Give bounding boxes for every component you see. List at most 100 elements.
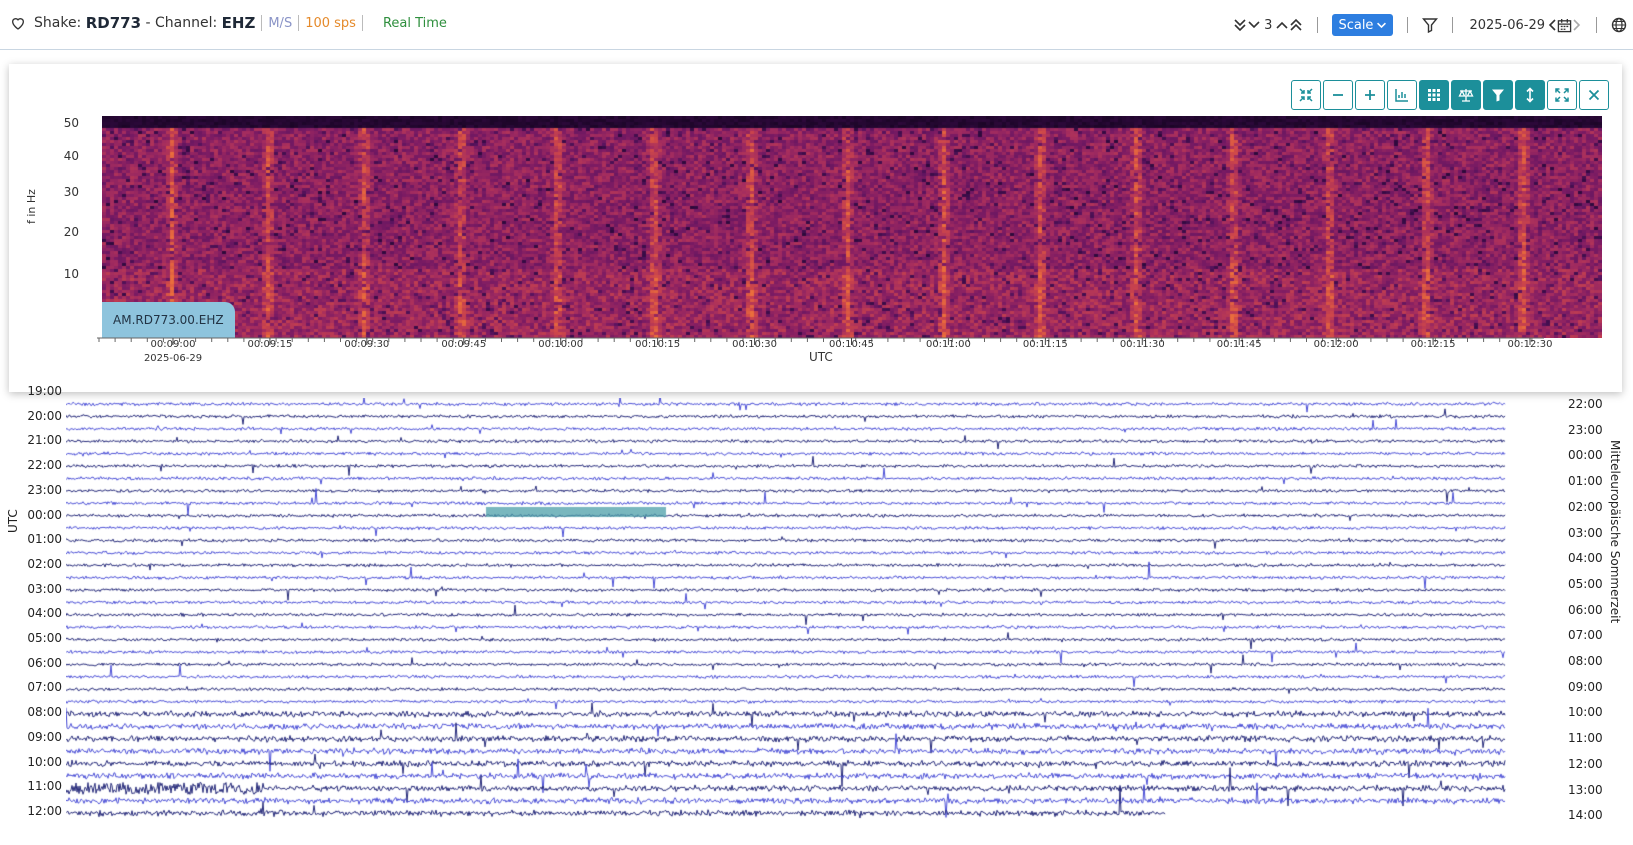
line-count: 3 xyxy=(1264,17,1273,33)
divider xyxy=(1452,17,1454,33)
y-tick-label: 30 xyxy=(63,185,79,199)
utc-time-label: 01:00 xyxy=(27,532,62,547)
expand-button[interactable] xyxy=(1547,80,1577,110)
chevron-right-icon[interactable] xyxy=(1572,18,1582,32)
utc-time-label: 05:00 xyxy=(27,631,62,645)
x-tick-label: 00:09:15 xyxy=(247,339,293,350)
local-time-label: 08:00 xyxy=(1568,654,1603,668)
x-tick-label: 00:09:00 xyxy=(150,339,196,350)
channel-name: EHZ xyxy=(221,14,256,32)
x-tick-label: 00:11:00 xyxy=(925,339,971,350)
local-time-label: 07:00 xyxy=(1568,628,1603,643)
y-tick-label: 10 xyxy=(63,267,79,281)
x-axis-date: 2025-06-29 xyxy=(143,353,203,364)
x-axis-title: UTC xyxy=(809,350,833,364)
expand-icon xyxy=(1555,88,1569,102)
utc-time-label: 21:00 xyxy=(27,433,62,448)
utc-time-label: 19:00 xyxy=(27,384,62,398)
utc-time-label: 00:00 xyxy=(27,507,62,522)
local-time-label: 14:00 xyxy=(1568,808,1603,823)
utc-time-label: 07:00 xyxy=(27,680,62,695)
double-chevron-up-icon[interactable] xyxy=(1289,18,1303,32)
balance-button[interactable] xyxy=(1451,80,1481,110)
compress-button[interactable] xyxy=(1291,80,1321,110)
x-tick-label: 00:10:00 xyxy=(538,339,584,350)
zoom-in-button[interactable] xyxy=(1355,80,1385,110)
close-button[interactable] xyxy=(1579,80,1609,110)
helicorder[interactable]: UTC Mitteleuropäische Sommerzeit 19:00 20… xyxy=(0,384,1633,845)
vertical-arrows-icon xyxy=(1526,87,1534,103)
x-tick-label: 00:10:15 xyxy=(635,339,681,350)
heart-icon[interactable] xyxy=(10,15,26,31)
date-display[interactable]: 2025-06-29 xyxy=(1469,18,1545,33)
zoom-in-icon xyxy=(1365,90,1375,100)
divider xyxy=(1596,17,1597,33)
utc-time-label: 12:00 xyxy=(27,803,62,818)
chevron-up-icon[interactable] xyxy=(1275,18,1289,32)
divider xyxy=(1407,17,1409,33)
balance-icon xyxy=(1458,89,1474,102)
filter-button[interactable] xyxy=(1483,80,1513,110)
local-time-label: 03:00 xyxy=(1568,525,1603,540)
chart-button[interactable] xyxy=(1387,80,1417,110)
local-time-label: 11:00 xyxy=(1568,731,1603,746)
vertical-arrows-button[interactable] xyxy=(1515,80,1545,110)
utc-time-label: 23:00 xyxy=(27,482,62,497)
local-time-label: 23:00 xyxy=(1568,422,1603,437)
station-channel-label: AM.RD773.00.EHZ xyxy=(102,302,235,338)
local-time-axis-title: Mitteleuropäische Sommerzeit xyxy=(1608,440,1622,624)
x-tick-label: 00:09:30 xyxy=(344,339,390,350)
y-axis-title: f in Hz xyxy=(25,189,38,224)
utc-time-label: 02:00 xyxy=(27,556,62,571)
filter-icon xyxy=(1492,89,1504,102)
divider xyxy=(298,15,300,31)
grid-icon xyxy=(1428,89,1440,101)
utc-time-label: 11:00 xyxy=(27,779,62,794)
spectrogram-toolbar xyxy=(1291,80,1609,110)
x-tick-label: 00:10:45 xyxy=(829,339,874,350)
chevron-left-icon[interactable] xyxy=(1547,18,1557,32)
x-tick-label: 00:12:00 xyxy=(1313,339,1359,350)
zoom-out-button[interactable] xyxy=(1323,80,1353,110)
x-tick-label: 00:11:15 xyxy=(1022,339,1068,350)
divider xyxy=(361,15,363,31)
shake-prefix: Shake: xyxy=(34,15,82,31)
units-toggle[interactable]: M/S xyxy=(268,16,292,31)
grid-button[interactable] xyxy=(1419,80,1449,110)
x-tick-label: 00:11:30 xyxy=(1119,339,1165,350)
station-info: Shake: RD773 - Channel: EHZ M/S 100 sps … xyxy=(10,14,447,32)
calendar-icon[interactable] xyxy=(1557,18,1572,33)
compress-icon xyxy=(1299,88,1313,102)
x-tick-label: 00:11:45 xyxy=(1216,339,1262,350)
local-time-label: 00:00 xyxy=(1568,448,1603,463)
local-time-label: 22:00 xyxy=(1568,397,1603,411)
local-time-label: 12:00 xyxy=(1568,756,1603,771)
sample-rate: 100 sps xyxy=(305,15,356,31)
zoom-out-icon xyxy=(1333,94,1343,96)
double-chevron-down-icon[interactable] xyxy=(1233,18,1247,32)
local-time-label: 09:00 xyxy=(1568,679,1603,694)
spectrogram-plot[interactable] xyxy=(102,116,1602,338)
chevron-down-icon xyxy=(1377,22,1387,28)
station-name: RD773 xyxy=(85,14,142,32)
x-tick-label: 00:12:30 xyxy=(1507,339,1553,350)
local-time-label: 05:00 xyxy=(1568,576,1603,591)
realtime-toggle[interactable]: Real Time xyxy=(383,16,447,31)
utc-time-label: 03:00 xyxy=(27,581,62,596)
local-time-label: 13:00 xyxy=(1568,782,1603,797)
top-bar: Shake: RD773 - Channel: EHZ M/S 100 sps … xyxy=(0,0,1633,50)
channel-prefix: - Channel: xyxy=(145,15,218,31)
x-tick-label: 00:09:45 xyxy=(441,339,487,350)
local-time-label: 10:00 xyxy=(1568,705,1603,720)
scale-dropdown[interactable]: Scale xyxy=(1332,14,1394,36)
chevron-down-icon[interactable] xyxy=(1247,18,1261,32)
globe-icon[interactable] xyxy=(1611,17,1627,33)
close-icon xyxy=(1588,89,1600,101)
utc-time-label: 22:00 xyxy=(27,458,62,473)
divider xyxy=(261,15,263,31)
utc-time-label: 10:00 xyxy=(27,754,62,769)
utc-time-label: 20:00 xyxy=(27,408,62,423)
spectrogram-canvas xyxy=(102,116,1602,338)
local-time-label: 04:00 xyxy=(1568,551,1603,566)
filter-icon[interactable] xyxy=(1422,17,1439,33)
